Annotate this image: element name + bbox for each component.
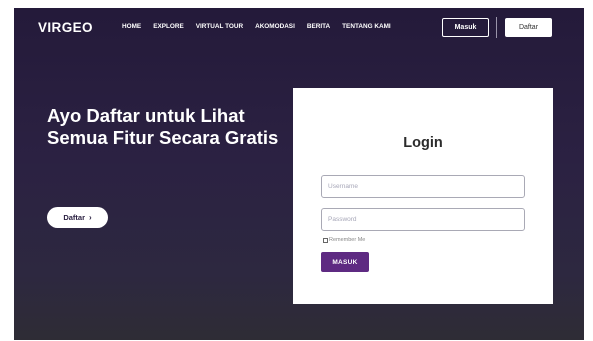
chevron-right-icon: ›: [89, 213, 92, 222]
checkbox-icon[interactable]: [323, 237, 328, 243]
login-title: Login: [403, 135, 443, 151]
daftar-button[interactable]: Daftar: [505, 18, 552, 37]
brand-logo[interactable]: VIRGEO: [38, 20, 93, 35]
masuk-button[interactable]: Masuk: [442, 18, 489, 37]
login-card: Login Remember Me MASUK: [293, 88, 553, 304]
nav-item-home[interactable]: HOME: [122, 23, 141, 30]
nav-item-tentang-kami[interactable]: TENTANG KAMI: [342, 23, 391, 30]
remember-me-checkbox[interactable]: Remember Me: [323, 237, 365, 243]
app-screen: VIRGEO HOME EXPLORE VIRTUAL TOUR AKOMODA…: [14, 8, 584, 340]
nav-divider: [496, 17, 497, 38]
hero-daftar-label: Daftar: [63, 213, 85, 222]
main-nav: HOME EXPLORE VIRTUAL TOUR AKOMODASI BERI…: [122, 23, 403, 30]
password-input[interactable]: [321, 208, 525, 231]
username-input[interactable]: [321, 175, 525, 198]
hero-title: Ayo Daftar untuk Lihat Semua Fitur Secar…: [47, 105, 279, 148]
hero-daftar-button[interactable]: Daftar ›: [47, 207, 108, 228]
nav-item-virtual-tour[interactable]: VIRTUAL TOUR: [196, 23, 243, 30]
masuk-submit-button[interactable]: MASUK: [321, 252, 369, 272]
remember-me-label: Remember Me: [329, 237, 366, 243]
nav-item-explore[interactable]: EXPLORE: [153, 23, 184, 30]
nav-item-berita[interactable]: BERITA: [307, 23, 330, 30]
nav-item-akomodasi[interactable]: AKOMODASI: [255, 23, 295, 30]
